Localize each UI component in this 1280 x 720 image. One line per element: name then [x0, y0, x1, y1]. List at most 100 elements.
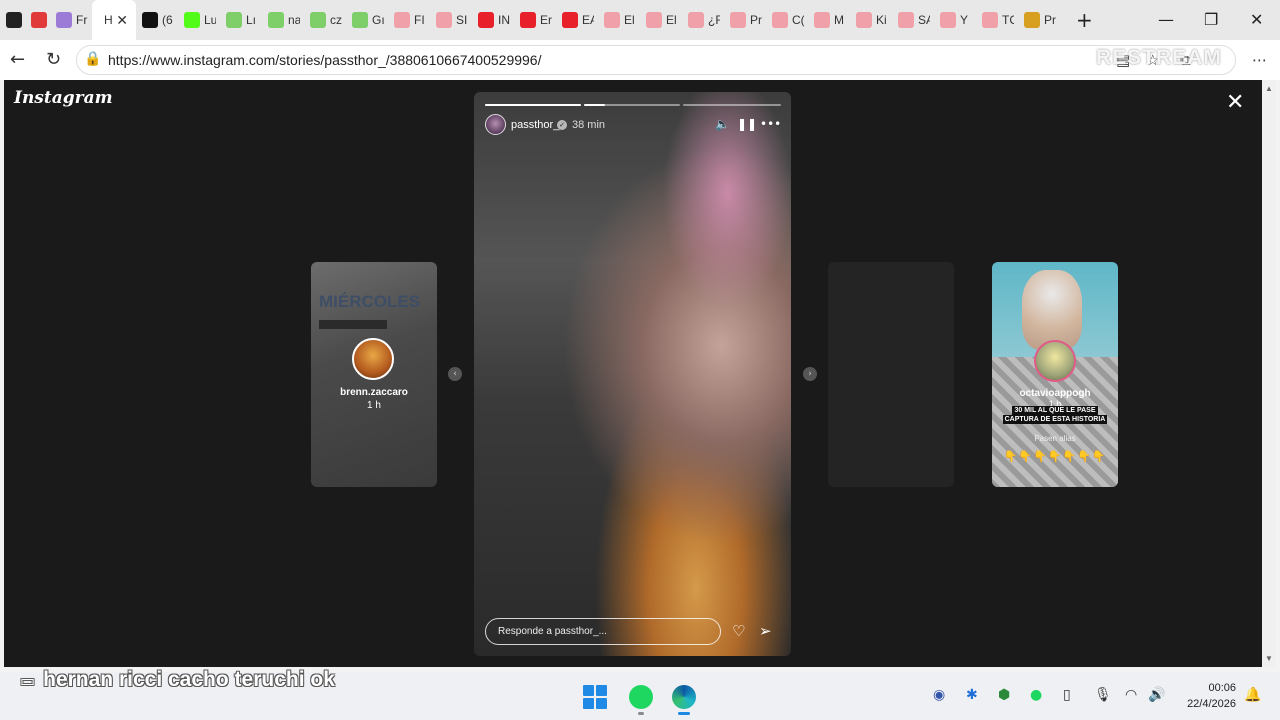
browser-tab[interactable]: El — [640, 0, 682, 40]
record-icon — [6, 12, 22, 28]
scroll-down-icon[interactable]: ▼ — [1265, 654, 1273, 663]
avatar[interactable] — [485, 114, 506, 135]
more-options-icon[interactable]: ••• — [760, 117, 781, 131]
browser-tab[interactable]: Lu — [178, 0, 220, 40]
browser-tab[interactable]: EA — [556, 0, 598, 40]
browser-tab[interactable] — [25, 0, 50, 40]
browser-tab[interactable]: C( — [766, 0, 808, 40]
system-clock[interactable]: 00:06 22/4/2026 — [1176, 680, 1236, 712]
start-button[interactable] — [583, 685, 607, 709]
browser-tab[interactable]: cz — [304, 0, 346, 40]
spotify-taskbar-icon[interactable] — [629, 685, 653, 715]
browser-tab[interactable]: Lı — [220, 0, 262, 40]
wifi-icon[interactable]: ◠ — [1125, 687, 1137, 703]
refresh-button[interactable]: ↻ — [46, 49, 61, 70]
url-text[interactable]: https://www.instagram.com/stories/passth… — [108, 52, 542, 68]
instagram-logo[interactable]: Instagram — [14, 88, 113, 108]
notifications-bell-icon[interactable]: 🔔 — [1244, 687, 1261, 703]
minimize-button[interactable]: — — [1158, 10, 1174, 29]
restore-button[interactable]: ❐ — [1204, 10, 1218, 29]
pause-icon[interactable]: ❚❚ — [737, 117, 757, 131]
reply-placeholder[interactable]: Responde a passthor_... — [498, 626, 607, 637]
browser-tab[interactable]: TC — [976, 0, 1018, 40]
running-indicator — [638, 712, 644, 715]
browser-tab[interactable]: FI — [388, 0, 430, 40]
tab-label: Pr — [750, 13, 762, 27]
red-dot-icon — [31, 12, 47, 28]
story-caption-text: CAPTURA DE ESTA HISTORIA — [1002, 415, 1108, 424]
youtube-icon — [814, 12, 830, 28]
browser-tab[interactable]: Gı — [346, 0, 388, 40]
browser-tab[interactable]: Pr — [724, 0, 766, 40]
browser-tab[interactable]: SA — [892, 0, 934, 40]
story-caption-text: 30 MIL AL QUE LE PASE — [1012, 406, 1098, 415]
browser-tab[interactable]: Ki — [850, 0, 892, 40]
browser-tab[interactable]: Pr — [1018, 0, 1060, 40]
tab-label: TC — [1002, 13, 1014, 27]
next-story-arrow[interactable]: › — [803, 367, 817, 381]
previous-story-card[interactable]: MIÉRCOLES brenn.zaccaro 1 h — [311, 262, 437, 487]
more-menu-icon[interactable]: ⋯ — [1252, 51, 1267, 69]
site-info-icon[interactable]: 🔒 — [84, 51, 101, 67]
tab-label: na — [288, 13, 300, 27]
browser-tab[interactable] — [0, 0, 25, 40]
tab-label: Pr — [1044, 13, 1056, 27]
page-scrollbar[interactable]: ▲ ▼ — [1262, 80, 1276, 667]
browser-tab[interactable]: IN — [472, 0, 514, 40]
story-progress-bar — [485, 104, 581, 106]
new-tab-button[interactable]: + — [1076, 8, 1093, 32]
browser-tab[interactable]: na — [262, 0, 304, 40]
browser-tab[interactable]: ¿F — [682, 0, 724, 40]
avatar — [1034, 340, 1076, 382]
usb-device-icon[interactable]: ▯ — [1063, 687, 1071, 703]
tab-label: Lı — [246, 13, 257, 27]
tab-label: SA — [918, 13, 930, 27]
tab-label: El — [624, 13, 635, 27]
browser-tab[interactable]: SI — [430, 0, 472, 40]
next-story-card[interactable]: octavioappogh 1 h 30 MIL AL QUE LE PASE … — [992, 262, 1118, 487]
edge-taskbar-icon[interactable] — [672, 685, 696, 715]
youtube-icon — [436, 12, 452, 28]
close-stories-button[interactable]: ✕ — [1226, 90, 1244, 115]
browser-tab[interactable]: Fr — [50, 0, 92, 40]
close-tab-icon[interactable]: ✕ — [116, 12, 128, 29]
browser-tab[interactable]: M — [808, 0, 850, 40]
bluetooth-icon[interactable]: ✱ — [966, 687, 978, 703]
microphone-icon[interactable]: 🎙 — [1094, 687, 1112, 703]
story-progress-bar — [584, 104, 680, 106]
browser-tab[interactable]: Y — [934, 0, 976, 40]
security-tray-icon[interactable]: ⬢ — [998, 687, 1010, 703]
active-story[interactable] — [474, 92, 791, 656]
story-caption-alias: Pasen alias — [1034, 434, 1076, 443]
story-username: octavioappogh — [1019, 388, 1091, 399]
scroll-up-icon[interactable]: ▲ — [1265, 84, 1273, 93]
story-caption-line: CAPTURA DE ESTA HISTORIA — [998, 415, 1112, 424]
chat-bubble-icon: ▭ — [20, 671, 36, 690]
browser-tab[interactable]: Er — [514, 0, 556, 40]
back-button[interactable]: ← — [10, 49, 25, 70]
youtube-icon — [856, 12, 872, 28]
tab-label: C( — [792, 13, 804, 27]
story-username[interactable]: passthor_ — [511, 119, 559, 131]
previous-story-arrow[interactable]: ‹ — [448, 367, 462, 381]
volume-icon[interactable]: 🔈 — [715, 117, 730, 131]
volume-tray-icon[interactable]: 🔊 — [1148, 687, 1165, 703]
tab-label: Fr — [76, 13, 88, 27]
spotify-tray-icon[interactable]: ● — [1030, 687, 1042, 703]
share-send-icon[interactable]: ➢ — [759, 622, 772, 640]
verified-badge-icon: ✓ — [557, 120, 567, 130]
tab-label: Lu — [204, 13, 216, 27]
chat-overlay: ▭ hernan ricci cacho teruchi ok — [20, 668, 335, 692]
pointing-down-emojis: 👇👇👇👇👇👇👇 — [1003, 450, 1107, 463]
browser-tab[interactable]: (6 — [136, 0, 178, 40]
app-icon — [56, 12, 72, 28]
youtube-icon — [940, 12, 956, 28]
tab-label: SI — [456, 13, 468, 27]
placeholder-story-card — [828, 262, 954, 487]
browser-tab[interactable]: El — [598, 0, 640, 40]
close-window-button[interactable]: ✕ — [1250, 10, 1263, 29]
browser-tab-active[interactable]: Hi✕ — [92, 0, 136, 40]
like-heart-icon[interactable]: ♡ — [732, 622, 745, 640]
youtube-icon — [394, 12, 410, 28]
app-tray-icon[interactable]: ◉ — [933, 687, 945, 703]
